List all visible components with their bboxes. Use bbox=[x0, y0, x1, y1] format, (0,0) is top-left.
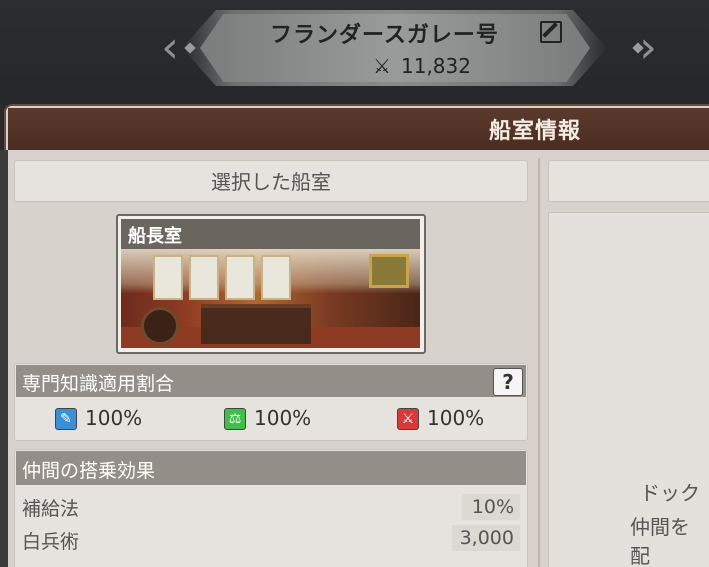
ship-name: フランダースガレー号 bbox=[270, 23, 499, 48]
crossed-swords-icon: ⚔ bbox=[373, 54, 391, 78]
right-column-header bbox=[548, 160, 709, 202]
crew-effect-title: 仲間の搭乗効果 bbox=[22, 460, 156, 482]
battle-ratio: 100% bbox=[427, 406, 485, 430]
edit-name-icon[interactable] bbox=[540, 21, 562, 43]
trade-ratio: 100% bbox=[254, 406, 312, 430]
adventure-ratio: 100% bbox=[85, 406, 143, 430]
selected-cabin-header: 選択した船室 bbox=[14, 160, 528, 202]
column-divider bbox=[538, 158, 540, 567]
crew-effect-label: 白兵術 bbox=[22, 531, 80, 553]
cabin-name: 船長室 bbox=[128, 226, 182, 247]
trade-icon: ⚖ bbox=[224, 408, 246, 430]
window-shape bbox=[225, 255, 255, 300]
battle-icon: ⚔ bbox=[397, 408, 419, 430]
desk-shape bbox=[201, 304, 311, 344]
crew-effect-value: 10% bbox=[462, 494, 520, 520]
dock-message: ドック bbox=[640, 481, 700, 505]
panel-header bbox=[8, 108, 709, 150]
help-button[interactable]: ? bbox=[493, 368, 523, 396]
expertise-title: 専門知識適用割合 bbox=[22, 373, 175, 395]
window-shape bbox=[261, 255, 291, 300]
panel-title: 船室情報 bbox=[489, 119, 582, 144]
crew-effect-value: 3,000 bbox=[452, 525, 520, 551]
combat-power-value: 11,832 bbox=[401, 54, 471, 78]
cabin-image bbox=[121, 249, 420, 348]
crew-effect-label: 補給法 bbox=[22, 498, 80, 520]
window-shape bbox=[189, 255, 219, 300]
window-shape bbox=[153, 255, 183, 300]
assign-crew-message: 仲間を配 bbox=[630, 515, 690, 567]
globe-shape bbox=[141, 307, 179, 345]
left-strip bbox=[0, 150, 8, 567]
painting-shape bbox=[369, 254, 409, 288]
adventure-icon: ✎ bbox=[55, 408, 77, 430]
